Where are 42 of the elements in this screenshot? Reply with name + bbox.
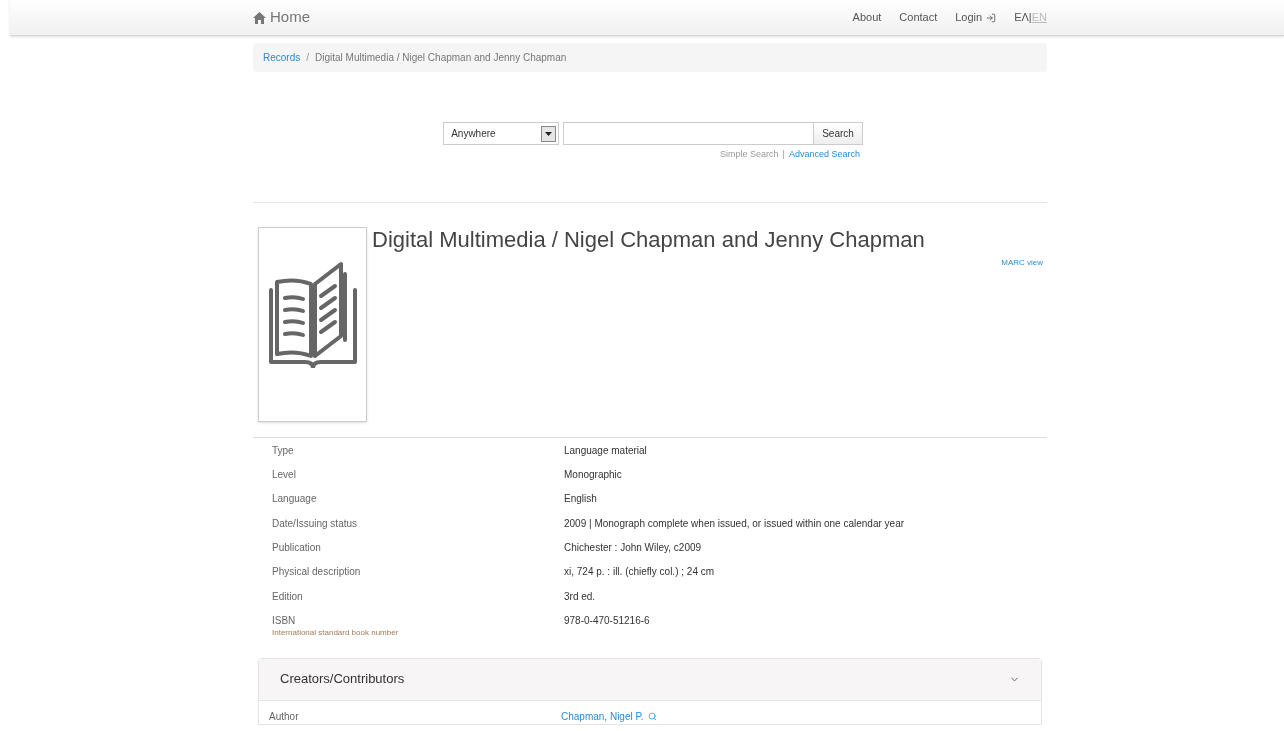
panel-title: Creators/Contributors xyxy=(280,670,405,689)
field-label: Publication xyxy=(272,541,322,556)
open-book-icon xyxy=(266,260,359,368)
field-label: Date/Issuing status xyxy=(272,516,359,531)
field-value: Monographic xyxy=(564,467,622,482)
search-button[interactable]: Search xyxy=(814,122,863,145)
search-field[interactable] xyxy=(563,122,815,145)
field-value: Chichester : John Wiley, c2009 xyxy=(564,541,702,556)
breadcrumb-current: Digital Multimedia / Nigel Chapman and Jenny Chapman xyxy=(315,51,567,65)
record-title: Digital Multimedia / Nigel Chapman and Jenny Chapman xyxy=(372,226,925,254)
field-value: xi, 724 p. : ill. (chiefly col.) ; 24 cm xyxy=(564,565,715,580)
author-link[interactable]: Chapman, Nigel P. xyxy=(561,708,657,724)
field-label: Type xyxy=(272,443,295,458)
field-value: 978-0-470-51216-6 xyxy=(564,614,650,629)
panel-header[interactable]: Creators/Contributors xyxy=(259,658,1041,701)
separator: | xyxy=(1028,10,1032,26)
search-icon xyxy=(647,711,657,721)
field-value: 3rd ed. xyxy=(564,589,596,604)
field-value: English xyxy=(564,492,597,507)
field-note: International standard book number xyxy=(272,628,400,638)
field-label: Author xyxy=(269,709,300,724)
breadcrumb-separator: / xyxy=(306,51,310,65)
separator: | xyxy=(782,148,785,161)
search-mode-link[interactable]: Advanced Search xyxy=(788,148,860,162)
caret-icon xyxy=(545,131,553,136)
home-link[interactable]: Home xyxy=(253,6,310,29)
nav-link[interactable]: Login xyxy=(955,9,997,26)
scope-select[interactable]: Anywhere xyxy=(443,122,560,145)
language-link[interactable]: ΕΛ xyxy=(1014,9,1029,26)
field-label: Physical description xyxy=(272,565,362,580)
login-icon xyxy=(986,12,997,23)
field-value: Language material xyxy=(564,443,647,458)
field-label: ISBN xyxy=(272,614,297,629)
marc-view-link[interactable]: MARC view xyxy=(1001,256,1043,269)
field-label: Edition xyxy=(272,589,304,604)
nav-link[interactable]: About xyxy=(852,9,882,26)
field-value: 2009 | Monograph complete when issued, or issued within one calendar year xyxy=(564,516,905,531)
nav-link[interactable]: Contact xyxy=(899,9,938,26)
home-icon xyxy=(253,11,266,24)
field-label: Language xyxy=(272,492,318,507)
field-label: Level xyxy=(272,467,297,482)
breadcrumb-link[interactable]: Records xyxy=(263,50,301,65)
